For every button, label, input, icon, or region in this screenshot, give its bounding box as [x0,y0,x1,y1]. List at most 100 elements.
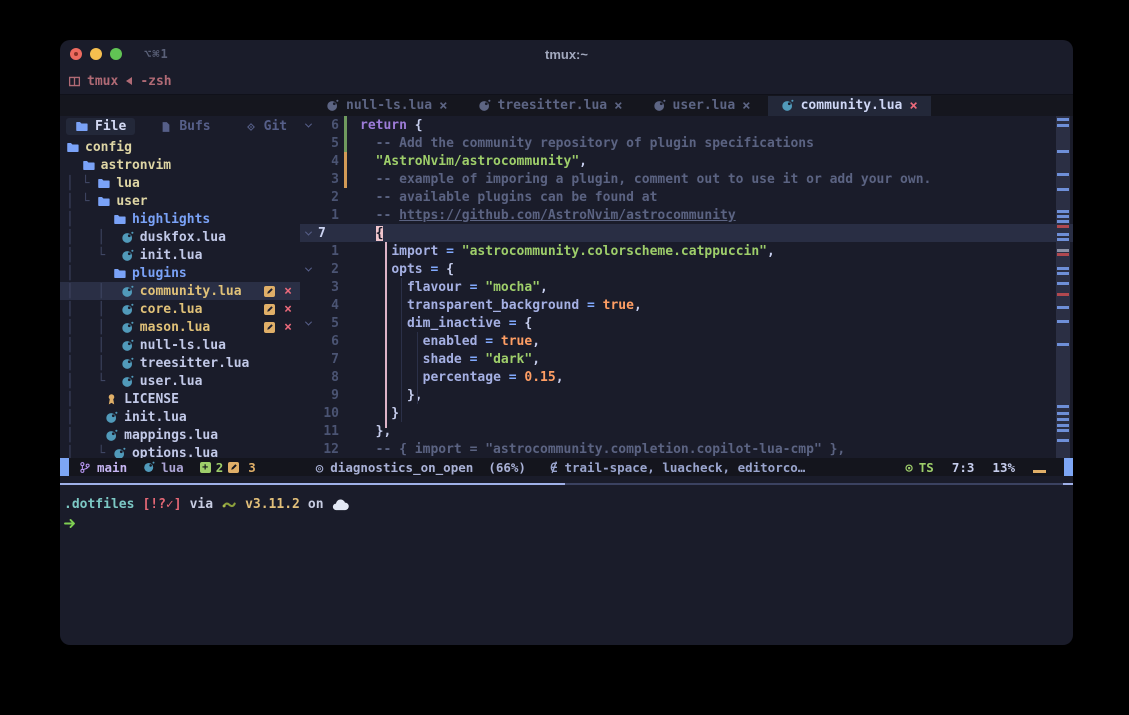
line-number: 6 [316,334,344,349]
code-line[interactable]: 3 -- example of imporing a plugin, comme… [300,170,1073,188]
code-text: -- { import = "astrocommunity.completion… [352,442,845,457]
line-number: 3 [316,172,344,187]
modified-badge-icon [264,304,275,315]
titlebar[interactable]: ⌥⌘1 tmux:~ [60,40,1073,68]
shell-pane[interactable]: .dotfiles [!?✓] via v3.11.2 on [60,486,1073,618]
modified-badge-icon [264,286,275,297]
tree-item-core.lua[interactable]: │ │ core.lua× [60,300,300,318]
sign-column [344,134,352,152]
buffer-tab-community.lua[interactable]: community.lua× [768,96,931,116]
tmux-pane-border[interactable] [60,476,1073,486]
code-line[interactable]: 1 import = "astrocommunity.colorscheme.c… [300,242,1073,260]
close-buffer-icon[interactable]: × [614,98,622,114]
buffer-tab-treesitter.lua[interactable]: treesitter.lua× [465,96,636,116]
buffer-tab-null-ls.lua[interactable]: null-ls.lua× [313,96,461,116]
fold-column[interactable] [300,123,316,128]
fold-column[interactable] [300,321,316,326]
code-line[interactable]: 6return { [300,116,1073,134]
minimap-mark [1057,320,1069,323]
tree-item-label: LICENSE [124,392,179,407]
code-line[interactable]: 4 "AstroNvim/astrocommunity", [300,152,1073,170]
tree-item-user.lua[interactable]: │ └ user.lua [60,372,300,390]
close-buffer-icon[interactable]: × [909,98,917,114]
tree-item-astronvim[interactable]: astronvim [60,156,300,174]
code-line[interactable]: 1 -- https://github.com/AstroNvim/astroc… [300,206,1073,224]
code-line[interactable]: 10 } [300,404,1073,422]
lua-file-icon [653,99,666,112]
sign-column [344,152,352,170]
tree-item-plugins[interactable]: │ plugins [60,264,300,282]
tree-item-community.lua[interactable]: │ │ community.lua× [60,282,300,300]
folder-icon [75,120,88,133]
close-buffer-icon[interactable]: × [439,98,447,114]
code-editor[interactable]: 6return {5 -- Add the community reposito… [300,116,1073,458]
git-branch[interactable]: main [79,460,127,475]
sidebar-tab-bufs[interactable]: Bufs [151,118,219,135]
sidebar-tab-file[interactable]: File [66,118,135,135]
terminal-tab-bar: tmux -zsh [60,68,1073,95]
code-line[interactable]: 7 { [300,224,1073,242]
code-text: -- available plugins can be found at [352,190,657,205]
code-line[interactable]: 5 dim_inactive = { [300,314,1073,332]
close-window-button[interactable] [70,48,82,60]
tree-item-init.lua[interactable]: │ init.lua [60,408,300,426]
code-line[interactable]: 3 flavour = "mocha", [300,278,1073,296]
treesitter-label: TS [919,460,934,475]
tree-item-LICENSE[interactable]: │ LICENSE [60,390,300,408]
minimap-mark [1057,405,1069,408]
folder-icon [66,141,79,154]
terminal-tab-session[interactable]: tmux [87,74,118,89]
lua-file-icon [781,99,794,112]
tree-item-label: plugins [132,266,187,281]
code-line[interactable]: 12 -- { import = "astrocommunity.complet… [300,440,1073,458]
diagnostics-icon: ◎ [316,460,324,475]
minimap-mark [1057,267,1069,270]
code-line[interactable]: 2 -- available plugins can be found at [300,188,1073,206]
tree-item-label: config [85,140,132,155]
minimap-scrollbar[interactable] [1056,116,1070,458]
line-number: 2 [316,190,344,205]
minimap-mark [1057,439,1069,442]
terminal-tab-shell[interactable]: -zsh [140,74,171,89]
code-line[interactable]: 2 opts = { [300,260,1073,278]
modified-dot [74,52,78,56]
code-line[interactable]: 9 }, [300,386,1073,404]
code-line[interactable]: 5 -- Add the community repository of plu… [300,134,1073,152]
code-text: -- example of imporing a plugin, comment… [352,172,931,187]
tree-item-user[interactable]: │ └ user [60,192,300,210]
tree-item-config[interactable]: config [60,138,300,156]
code-line[interactable]: 11 }, [300,422,1073,440]
tree-item-init.lua[interactable]: │ └ init.lua [60,246,300,264]
line-number: 4 [316,154,344,169]
close-buffer-icon[interactable]: × [742,98,750,114]
code-line[interactable]: 6 enabled = true, [300,332,1073,350]
code-text: enabled = true, [352,334,540,349]
tree-item-mappings.lua[interactable]: │ mappings.lua [60,426,300,444]
tree-item-options.lua[interactable]: │ └ options.lua [60,444,300,458]
code-line[interactable]: 8 percentage = 0.15, [300,368,1073,386]
minimize-window-button[interactable] [90,48,102,60]
tree-item-null-ls.lua[interactable]: │ │ null-ls.lua [60,336,300,354]
tree-item-duskfox.lua[interactable]: │ │ duskfox.lua [60,228,300,246]
code-line[interactable]: 7 shade = "dark", [300,350,1073,368]
file-icon [160,121,172,133]
sign-column [344,206,352,224]
prompt-input-line[interactable] [64,514,1073,532]
tree-item-lua[interactable]: │ └ lua [60,174,300,192]
tree-item-highlights[interactable]: │ highlights [60,210,300,228]
buffer-tab-user.lua[interactable]: user.lua× [640,96,764,116]
code-text: import = "astrocommunity.colorscheme.cat… [352,244,775,259]
code-line[interactable]: 4 transparent_background = true, [300,296,1073,314]
zoom-window-button[interactable] [110,48,122,60]
active-pane-border [60,483,565,485]
tree-item-treesitter.lua[interactable]: │ │ treesitter.lua [60,354,300,372]
inactive-pane-border [565,483,1063,485]
lsp-progress: ◎ diagnostics_on_open (66%) [316,460,526,475]
fold-column[interactable] [300,231,316,236]
minimap-mark [1057,238,1069,241]
sidebar-tab-git[interactable]: Git [236,118,296,135]
prompt-via: via [190,497,213,512]
minimap-mark [1057,210,1069,213]
fold-column[interactable] [300,267,316,272]
tree-item-mason.lua[interactable]: │ │ mason.lua× [60,318,300,336]
